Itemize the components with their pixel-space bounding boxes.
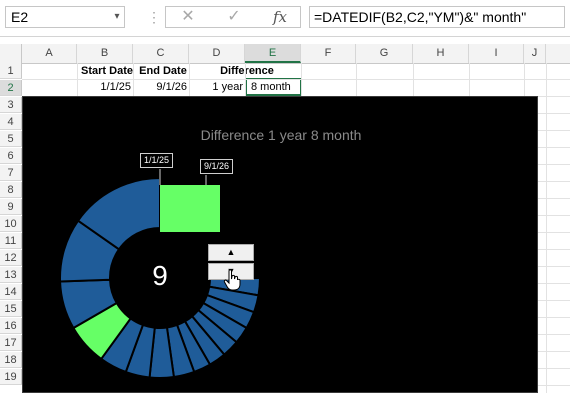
years-value[interactable]: 1 year: [191, 79, 243, 95]
column-header[interactable]: G: [356, 44, 413, 63]
row-header[interactable]: 17: [0, 335, 22, 351]
end-date-header[interactable]: End Date: [135, 63, 191, 79]
row-header[interactable]: 1: [0, 63, 22, 79]
donut-chart[interactable]: Difference 1 year 8 month 1/1/25 9/1/26 …: [22, 96, 538, 393]
end-date-label: 9/1/26: [200, 159, 234, 174]
row-header[interactable]: 19: [0, 369, 22, 385]
start-date-value[interactable]: 1/1/25: [79, 79, 131, 95]
row-header[interactable]: 11: [0, 233, 22, 249]
row-header[interactable]: 12: [0, 250, 22, 266]
highlight-marker: [160, 185, 220, 232]
row-gridline: [22, 79, 570, 80]
row-header-active[interactable]: 2: [0, 80, 22, 96]
formula-bar: E2 ▾ ⋮ ✕ ✓ fx =DATEDIF(B2,C2,"YM")&" mon…: [0, 0, 570, 37]
donut-svg: [59, 169, 262, 379]
column-header[interactable]: A: [22, 44, 77, 63]
spinner-up-button[interactable]: ▲: [208, 244, 254, 261]
column-header-row: A B C D E F G H I J: [0, 44, 570, 64]
column-header[interactable]: J: [524, 44, 546, 63]
column-header-active[interactable]: E: [245, 44, 301, 63]
column-header[interactable]: H: [413, 44, 469, 63]
start-date-label: 1/1/25: [140, 153, 174, 168]
column-gridline: [546, 63, 547, 393]
name-box[interactable]: E2: [5, 6, 125, 28]
row-header[interactable]: 10: [0, 216, 22, 232]
row-header[interactable]: 4: [0, 114, 22, 130]
row-header[interactable]: 16: [0, 318, 22, 334]
column-header[interactable]: D: [189, 44, 245, 63]
row-header[interactable]: 8: [0, 182, 22, 198]
insert-function-button[interactable]: fx: [270, 7, 290, 27]
formula-input[interactable]: =DATEDIF(B2,C2,"YM")&" month": [309, 6, 565, 28]
start-date-header[interactable]: Start Date: [79, 63, 135, 79]
center-number: 9: [152, 260, 168, 291]
row-header[interactable]: 3: [0, 97, 22, 113]
end-date-value[interactable]: 9/1/26: [135, 79, 187, 95]
row-header[interactable]: 9: [0, 199, 22, 215]
column-header[interactable]: F: [301, 44, 356, 63]
difference-header[interactable]: Difference: [191, 63, 303, 79]
column-header[interactable]: I: [469, 44, 524, 63]
row-header[interactable]: 18: [0, 352, 22, 368]
select-all-corner[interactable]: [0, 44, 22, 63]
row-header[interactable]: 13: [0, 267, 22, 283]
row-header[interactable]: 15: [0, 301, 22, 317]
column-header[interactable]: C: [133, 44, 189, 63]
row-header[interactable]: 7: [0, 165, 22, 181]
row-header[interactable]: 14: [0, 284, 22, 300]
selected-cell[interactable]: [245, 78, 302, 96]
hand-pointer-icon: [223, 269, 241, 291]
cancel-icon[interactable]: ✕: [178, 7, 198, 27]
column-header[interactable]: B: [77, 44, 133, 63]
row-header[interactable]: 5: [0, 131, 22, 147]
chevron-down-icon[interactable]: ▾: [110, 6, 124, 28]
drag-handle-icon[interactable]: ⋮: [147, 9, 161, 25]
row-header[interactable]: 6: [0, 148, 22, 164]
formula-buttons: ✕ ✓ fx: [165, 6, 301, 28]
check-icon[interactable]: ✓: [224, 7, 244, 27]
